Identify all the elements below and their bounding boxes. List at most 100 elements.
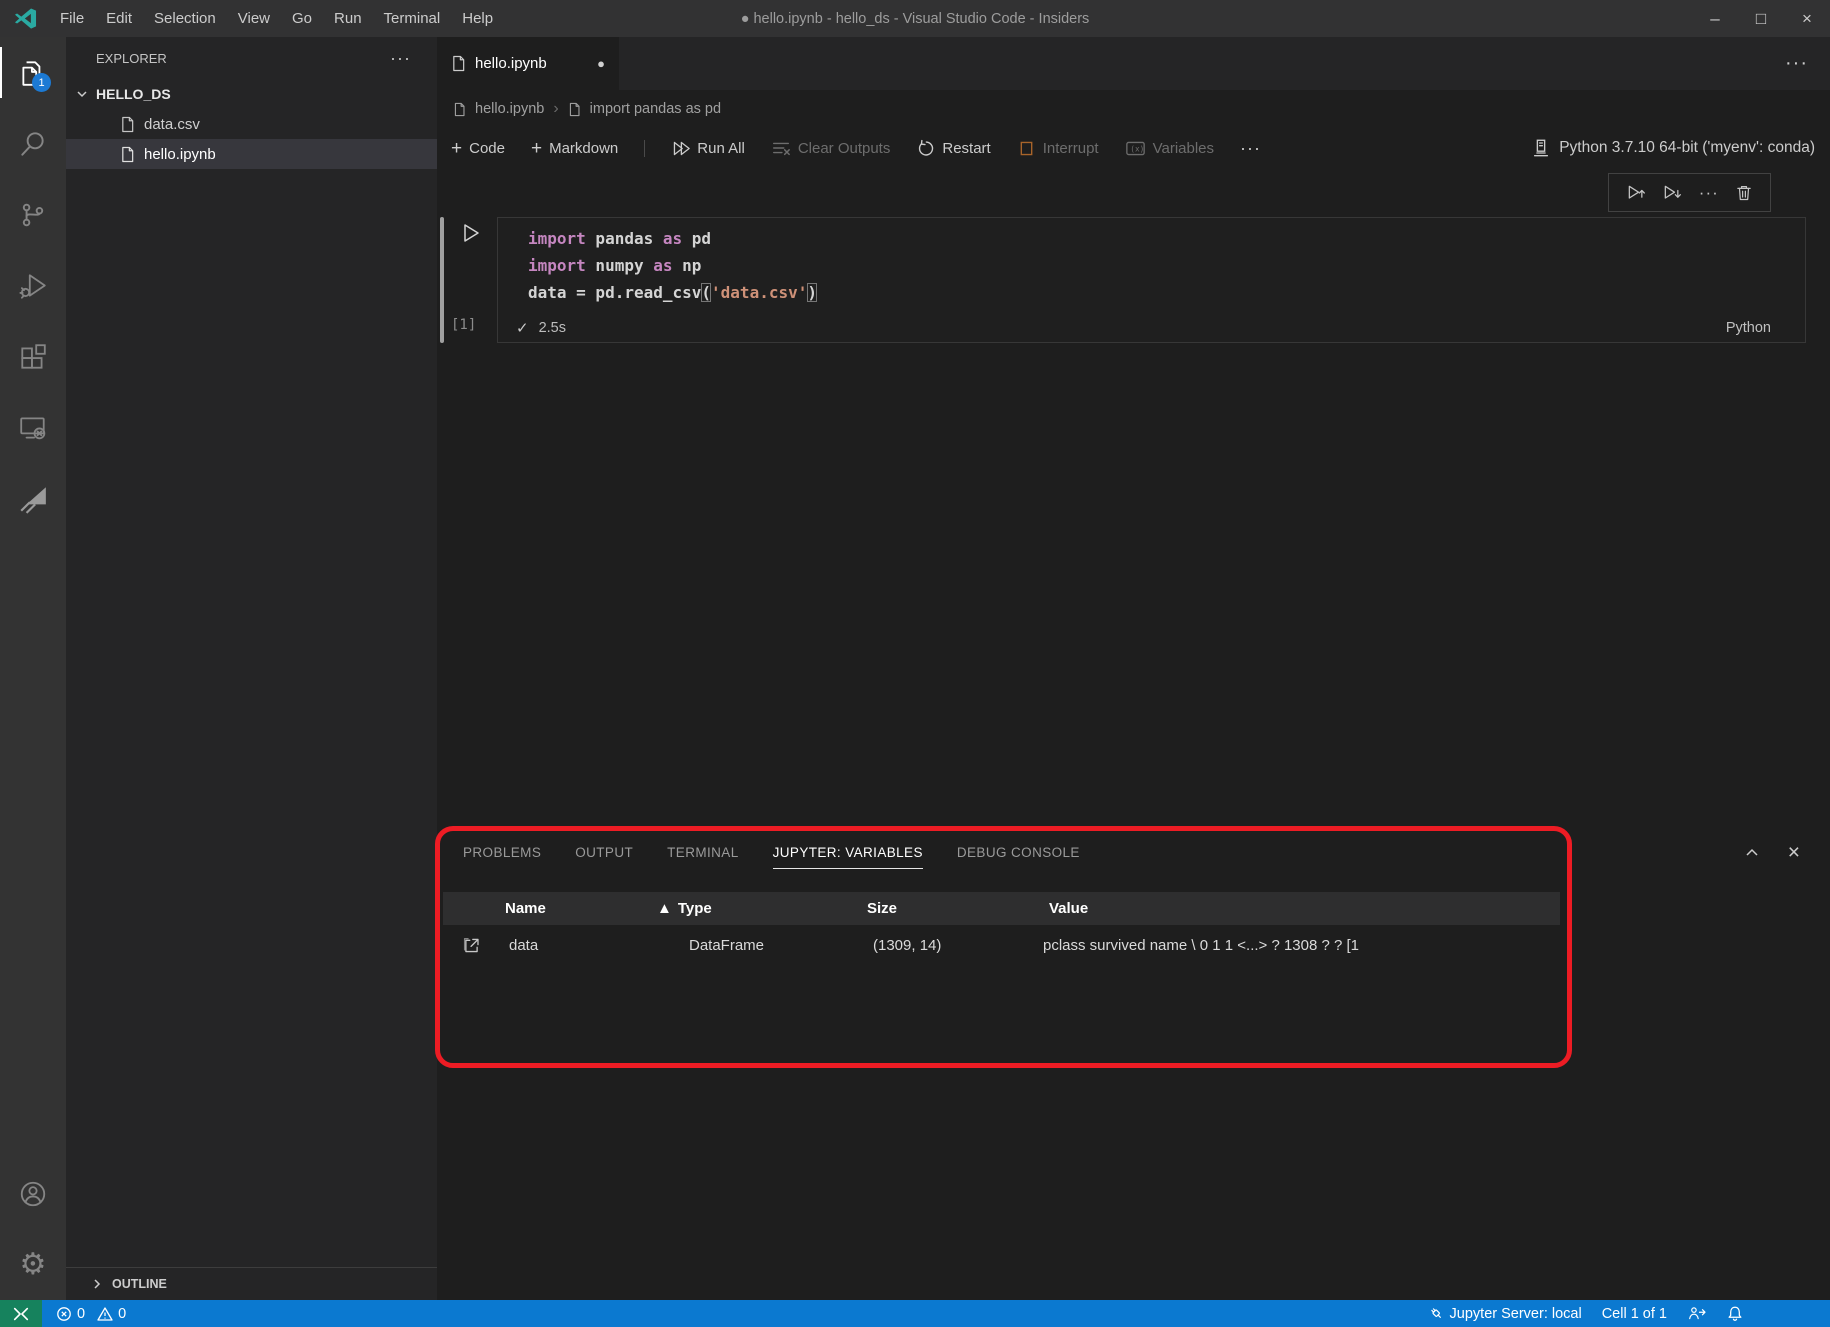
activity-extension-triangle[interactable] xyxy=(0,463,66,534)
panel-tab-debug-console[interactable]: DEBUG CONSOLE xyxy=(957,837,1080,869)
toolbar-divider xyxy=(644,140,645,157)
panel-tab-jupyter-variables[interactable]: JUPYTER: VARIABLES xyxy=(773,837,923,869)
error-icon xyxy=(56,1306,72,1322)
activity-source-control[interactable] xyxy=(0,179,66,250)
bell-icon[interactable] xyxy=(1726,1305,1744,1323)
cell-focus-bar[interactable] xyxy=(440,217,444,343)
minimize-button[interactable]: – xyxy=(1692,0,1738,37)
variable-row[interactable]: data DataFrame (1309, 14) pclass survive… xyxy=(443,925,1560,965)
add-markdown-cell-button[interactable]: + Markdown xyxy=(531,140,618,157)
cell-toolbar: ··· xyxy=(1608,173,1771,212)
close-panel-icon[interactable]: × xyxy=(1788,844,1800,862)
variables-button[interactable]: (x) Variables xyxy=(1125,139,1214,158)
breadcrumb-file[interactable]: hello.ipynb xyxy=(475,101,544,117)
problems-status[interactable]: 0 0 xyxy=(56,1306,126,1322)
menu-run[interactable]: Run xyxy=(323,0,373,37)
toolbar-more-actions-icon[interactable]: ··· xyxy=(1240,138,1261,159)
tab-bar: hello.ipynb ● ··· xyxy=(437,37,1830,90)
panel-tab-output[interactable]: OUTPUT xyxy=(575,837,633,869)
outline-section[interactable]: OUTLINE xyxy=(66,1267,437,1300)
add-code-cell-button[interactable]: + Code xyxy=(451,140,505,157)
variables-table-header: Name ▲ Type Size Value xyxy=(443,892,1560,925)
maximize-panel-chevron-up-icon[interactable] xyxy=(1744,845,1760,861)
cell-more-actions-icon[interactable]: ··· xyxy=(1699,183,1719,203)
editor-more-actions-icon[interactable]: ··· xyxy=(1785,37,1808,90)
code-line-2: import numpy as np xyxy=(528,252,1805,279)
menu-go[interactable]: Go xyxy=(281,0,323,37)
dirty-dot-icon[interactable]: ● xyxy=(597,56,605,71)
cell-position-status[interactable]: Cell 1 of 1 xyxy=(1602,1306,1667,1322)
run-above-icon[interactable] xyxy=(1626,183,1646,203)
remote-explorer-icon xyxy=(18,413,48,443)
window-controls: – □ × xyxy=(1692,0,1830,37)
bottom-panel: PROBLEMS OUTPUT TERMINAL JUPYTER: VARIAB… xyxy=(437,818,1830,1300)
trash-icon[interactable] xyxy=(1735,183,1753,202)
variables-table: Name ▲ Type Size Value data DataFrame (1… xyxy=(443,892,1560,965)
menu-edit[interactable]: Edit xyxy=(95,0,143,37)
menu-file[interactable]: File xyxy=(49,0,95,37)
kernel-picker[interactable]: Python 3.7.10 64-bit ('myenv': conda) xyxy=(1531,128,1815,168)
remote-indicator[interactable] xyxy=(0,1300,42,1327)
cell-duration: 2.5s xyxy=(539,320,566,336)
panel-tab-problems[interactable]: PROBLEMS xyxy=(463,837,541,869)
activity-settings[interactable]: ⚙ xyxy=(0,1229,66,1300)
svg-text:(x): (x) xyxy=(1130,144,1144,153)
cell-run-button[interactable] xyxy=(458,221,482,245)
notebook-cell: [1] import pandas as pd import numpy as … xyxy=(437,217,1830,343)
tab-hello-ipynb[interactable]: hello.ipynb ● xyxy=(437,37,619,90)
cell-execution-count: [1] xyxy=(451,317,476,333)
search-icon xyxy=(18,129,48,159)
clear-outputs-button[interactable]: Clear Outputs xyxy=(771,138,891,158)
cell-code[interactable]: import pandas as pd import numpy as np d… xyxy=(498,218,1805,306)
outline-label: OUTLINE xyxy=(112,1277,167,1291)
open-data-viewer-icon[interactable] xyxy=(443,936,499,955)
interrupt-button[interactable]: Interrupt xyxy=(1017,139,1099,158)
folder-section-hello-ds[interactable]: HELLO_DS xyxy=(66,79,437,109)
activity-remote-explorer[interactable] xyxy=(0,392,66,463)
restart-button[interactable]: Restart xyxy=(916,139,990,158)
column-header-name[interactable]: Name xyxy=(499,900,651,917)
activity-account[interactable] xyxy=(0,1158,66,1229)
feedback-icon[interactable] xyxy=(1687,1305,1706,1322)
run-below-icon[interactable] xyxy=(1662,183,1682,203)
menu-help[interactable]: Help xyxy=(451,0,504,37)
column-header-value[interactable]: Value xyxy=(1043,900,1560,917)
menu-view[interactable]: View xyxy=(227,0,281,37)
file-label: hello.ipynb xyxy=(144,146,216,163)
error-count: 0 xyxy=(77,1306,85,1322)
cell-language-picker[interactable]: Python xyxy=(1726,320,1771,336)
activity-search[interactable] xyxy=(0,108,66,179)
window-title: ● hello.ipynb - hello_ds - Visual Studio… xyxy=(741,0,1090,37)
variable-type: DataFrame xyxy=(651,937,861,954)
activity-run-debug[interactable] xyxy=(0,250,66,321)
breadcrumb-symbol[interactable]: import pandas as pd xyxy=(590,101,721,117)
jupyter-server-status[interactable]: Jupyter Server: local xyxy=(1428,1305,1582,1322)
restart-icon xyxy=(916,139,935,158)
column-header-type[interactable]: ▲ Type xyxy=(651,900,861,917)
explorer-more-actions-icon[interactable]: ··· xyxy=(390,48,411,69)
run-all-button[interactable]: Run All xyxy=(671,139,745,158)
column-header-size[interactable]: Size xyxy=(861,900,1043,917)
activity-extensions[interactable] xyxy=(0,321,66,392)
vscode-window: File Edit Selection View Go Run Terminal… xyxy=(0,0,1830,1327)
warning-icon xyxy=(97,1306,113,1322)
kernel-icon xyxy=(1531,138,1551,158)
maximize-button[interactable]: □ xyxy=(1738,0,1784,37)
activity-explorer[interactable]: 1 xyxy=(0,37,66,108)
status-bar-right: Jupyter Server: local Cell 1 of 1 xyxy=(1428,1300,1744,1327)
menu-selection[interactable]: Selection xyxy=(143,0,227,37)
panel-tab-terminal[interactable]: TERMINAL xyxy=(667,837,738,869)
file-item-data-csv[interactable]: data.csv xyxy=(66,109,437,139)
cell-editor[interactable]: import pandas as pd import numpy as np d… xyxy=(497,217,1806,343)
explorer-badge: 1 xyxy=(32,73,51,92)
code-line-1: import pandas as pd xyxy=(528,225,1805,252)
title-bar: File Edit Selection View Go Run Terminal… xyxy=(0,0,1830,37)
menu-terminal[interactable]: Terminal xyxy=(373,0,452,37)
close-button[interactable]: × xyxy=(1784,0,1830,37)
code-line-3: data = pd.read_csv('data.csv') xyxy=(528,279,1805,306)
plus-icon: + xyxy=(531,141,542,156)
chevron-right-icon xyxy=(90,1277,104,1291)
breadcrumb-separator-icon: › xyxy=(553,100,558,118)
file-item-hello-ipynb[interactable]: hello.ipynb xyxy=(66,139,437,169)
plug-icon xyxy=(1428,1305,1445,1322)
